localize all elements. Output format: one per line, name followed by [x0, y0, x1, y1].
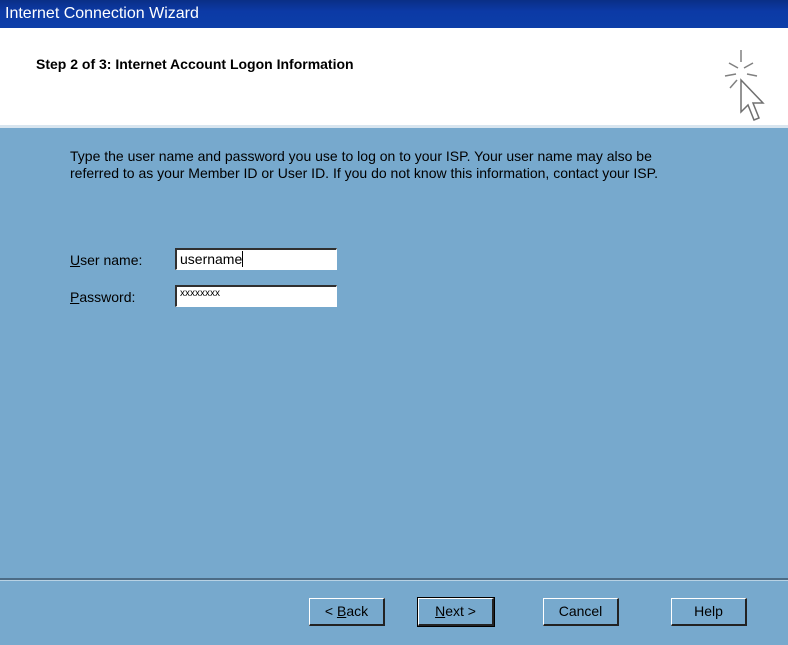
password-label-text: assword: — [79, 289, 136, 305]
cancel-button[interactable]: Cancel — [543, 598, 619, 626]
username-value: username — [180, 251, 243, 267]
username-label-mnemonic: U — [70, 252, 81, 268]
username-input[interactable]: username — [175, 248, 337, 270]
window-title: Internet Connection Wizard — [5, 5, 199, 22]
step-title: Step 2 of 3: Internet Account Logon Info… — [36, 56, 354, 72]
username-label: User name: — [70, 252, 142, 268]
password-value: xxxxxxxx — [180, 288, 220, 299]
back-prefix: < — [324, 603, 337, 619]
instructions-text: Type the user name and password you use … — [70, 148, 658, 181]
footer-separator — [0, 578, 788, 581]
wizard-window: Internet Connection Wizard Step 2 of 3: … — [0, 0, 788, 645]
password-label: Password: — [70, 289, 135, 305]
wizard-cursor-icon — [724, 50, 765, 121]
next-label: ext > — [445, 603, 476, 619]
next-button[interactable]: Next > — [417, 597, 495, 627]
next-mnemonic: N — [435, 603, 446, 619]
password-input[interactable]: xxxxxxxx — [175, 285, 337, 307]
back-mnemonic: B — [336, 603, 347, 619]
wizard-header: Step 2 of 3: Internet Account Logon Info… — [0, 28, 788, 126]
title-bar[interactable]: Internet Connection Wizard — [0, 0, 788, 28]
username-label-text: ser name: — [80, 252, 143, 268]
back-label: ack — [346, 603, 369, 619]
help-label: Help — [694, 603, 723, 619]
cancel-label: Cancel — [558, 603, 603, 619]
text-caret — [242, 251, 244, 267]
header-divider — [0, 125, 788, 128]
password-label-mnemonic: P — [70, 289, 80, 305]
back-button[interactable]: < Back — [309, 598, 385, 626]
help-button[interactable]: Help — [671, 598, 747, 626]
